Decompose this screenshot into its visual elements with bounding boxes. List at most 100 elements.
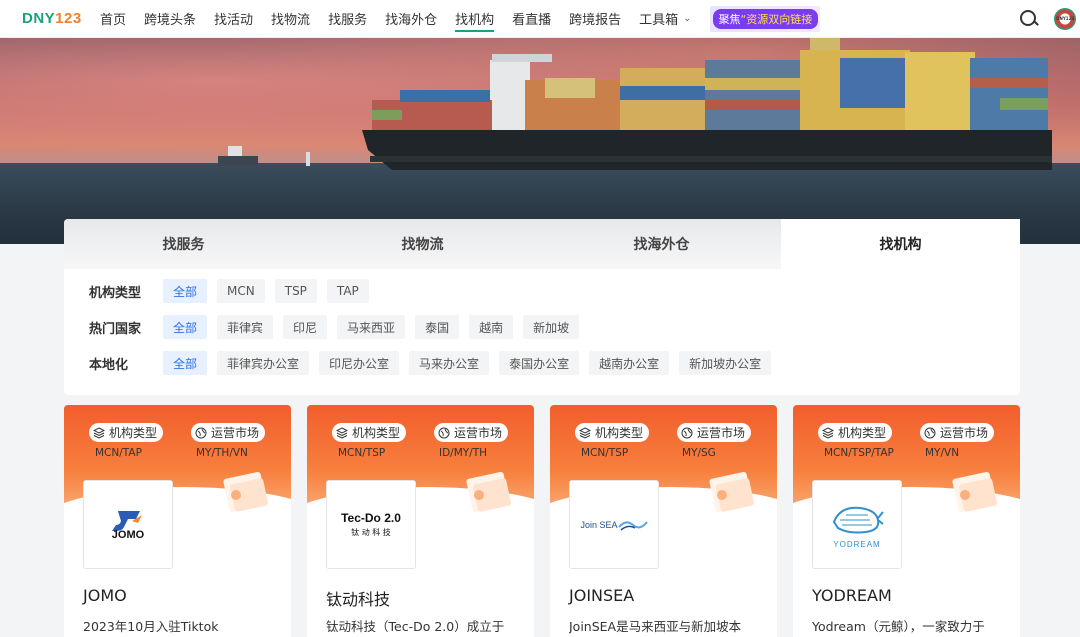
institution-card-jomo[interactable]: 机构类型 运营市场 MCN/TAP MY/TH/VN JOMO JOMO 202… — [64, 405, 291, 637]
type-value: MCN/TSP/TAP — [824, 447, 894, 459]
logo-text-123: 123 — [55, 10, 82, 27]
globe-icon — [438, 427, 450, 438]
promo-banner[interactable]: 聚焦“资源双向链接 — [709, 5, 820, 32]
institution-card-yodream[interactable]: 机构类型 运营市场 MCN/TSP/TAP MY/VN YODREAM YODR… — [793, 405, 1020, 637]
yodream-logo-text: YODREAM — [833, 540, 881, 549]
nav-item-live[interactable]: 看直播 — [512, 0, 551, 38]
market-value: ID/MY/TH — [439, 447, 488, 459]
filter-label-type: 机构类型 — [89, 285, 142, 301]
chip-country-id[interactable]: 印尼 — [283, 315, 328, 339]
filter-row-local: 本地化 全部 菲律宾办公室 印尼办公室 马来办公室 泰国办公室 越南办公室 新加… — [64, 345, 1020, 381]
badge-type-label: 机构类型 — [352, 426, 401, 440]
tab-warehouse[interactable]: 找海外仓 — [542, 219, 781, 269]
document-illustration — [223, 471, 268, 513]
badge-market-label: 运营市场 — [211, 426, 260, 440]
document-illustration — [709, 471, 754, 513]
chip-country-sg[interactable]: 新加坡 — [523, 315, 580, 339]
filter-label-local: 本地化 — [89, 357, 129, 373]
chip-country-th[interactable]: 泰国 — [415, 315, 460, 339]
chip-local-vn[interactable]: 越南办公室 — [589, 351, 670, 375]
chip-country-ph[interactable]: 菲律宾 — [217, 315, 274, 339]
chip-type-mcn[interactable]: MCN — [217, 279, 265, 303]
search-icon[interactable] — [1018, 8, 1040, 30]
chip-local-my[interactable]: 马来办公室 — [409, 351, 490, 375]
promo-highlight: “资源双向链接 — [740, 12, 813, 26]
nav-item-home[interactable]: 首页 — [100, 0, 126, 38]
badge-market: 运营市场 — [434, 423, 509, 442]
tecdo-logo-subtext: 钛 动 科 技 — [351, 528, 391, 537]
institution-logo: JOMO — [83, 480, 173, 569]
badge-type-label: 机构类型 — [595, 426, 644, 440]
avatar[interactable]: DNY123 — [1054, 8, 1076, 30]
tab-institutions[interactable]: 找机构 — [781, 219, 1020, 269]
card-description: 2023年10月入驻Tiktok — [83, 619, 219, 634]
filter-row-country: 热门国家 全部 菲律宾 印尼 马来西亚 泰国 越南 新加坡 — [64, 309, 1020, 345]
layers-icon — [93, 426, 105, 439]
market-value: MY/TH/VN — [196, 447, 248, 459]
nav-item-headlines[interactable]: 跨境头条 — [144, 0, 196, 38]
chip-country-vn[interactable]: 越南 — [469, 315, 514, 339]
badge-market-label: 运营市场 — [454, 426, 503, 440]
globe-icon — [924, 427, 936, 438]
chip-type-all[interactable]: 全部 — [163, 279, 208, 303]
filter-row-type: 机构类型 全部 MCN TSP TAP — [64, 273, 1020, 309]
badge-market-label: 运营市场 — [697, 426, 746, 440]
badge-institution-type: 机构类型 — [89, 423, 164, 442]
category-tabs: 找服务 找物流 找海外仓 找机构 — [64, 219, 1020, 269]
nav-item-logistics[interactable]: 找物流 — [271, 0, 310, 38]
badge-institution-type: 机构类型 — [818, 423, 893, 442]
chip-type-tsp[interactable]: TSP — [274, 279, 317, 303]
badge-institution-type: 机构类型 — [332, 423, 407, 442]
institution-card-joinsea[interactable]: 机构类型 运营市场 MCN/TSP MY/SG Join SEA JOINSEA… — [550, 405, 777, 637]
nav-item-institutions[interactable]: 找机构 — [455, 0, 495, 38]
type-value: MCN/TAP — [95, 447, 142, 459]
card-title[interactable]: YODREAM — [812, 586, 892, 605]
chip-local-ph[interactable]: 菲律宾办公室 — [217, 351, 310, 375]
chevron-down-icon: ⌄ — [683, 13, 692, 24]
chip-type-tap[interactable]: TAP — [326, 279, 369, 303]
nav-item-events[interactable]: 找活动 — [214, 0, 253, 38]
container-ship-illustration — [218, 38, 1052, 170]
joinsea-logo-text: Join SEA — [580, 519, 618, 530]
badge-type-label: 机构类型 — [109, 426, 158, 440]
chip-country-all[interactable]: 全部 — [163, 315, 208, 339]
chip-local-sg[interactable]: 新加坡办公室 — [679, 351, 772, 375]
chip-country-my[interactable]: 马来西亚 — [337, 315, 406, 339]
card-description: JoinSEA是马来西亚与新加坡本 — [569, 619, 742, 634]
market-value: MY/SG — [682, 447, 716, 459]
institution-card-list: 机构类型 运营市场 MCN/TAP MY/TH/VN JOMO JOMO 202… — [64, 405, 1020, 637]
logo-text-dny: DNY — [22, 10, 56, 27]
main-nav: 首页 跨境头条 找活动 找物流 找服务 找海外仓 找机构 看直播 跨境报告 工具… — [100, 0, 820, 38]
layers-icon — [822, 426, 834, 439]
nav-item-services[interactable]: 找服务 — [328, 0, 367, 38]
chip-local-th[interactable]: 泰国办公室 — [499, 351, 580, 375]
card-title[interactable]: 钛动科技 — [326, 586, 390, 610]
globe-icon — [681, 427, 693, 438]
card-description: Yodream（元鲸），一家致力于 — [812, 619, 985, 634]
badge-market: 运营市场 — [677, 423, 752, 442]
chip-local-id[interactable]: 印尼办公室 — [319, 351, 400, 375]
institution-card-tecdo[interactable]: 机构类型 运营市场 MCN/TSP ID/MY/TH Tec-Do 2.0 钛 … — [307, 405, 534, 637]
wave-icon — [617, 520, 648, 531]
nav-item-warehouse[interactable]: 找海外仓 — [385, 0, 437, 38]
tab-logistics[interactable]: 找物流 — [303, 219, 542, 269]
type-value: MCN/TSP — [581, 447, 629, 459]
tab-services[interactable]: 找服务 — [64, 219, 303, 269]
tecdo-logo-text: Tec-Do 2.0 — [341, 511, 401, 525]
promo-pill: 聚焦“资源双向链接 — [712, 8, 819, 29]
institution-logo: Tec-Do 2.0 钛 动 科 技 — [326, 480, 416, 569]
globe-icon — [195, 427, 207, 438]
nav-item-reports[interactable]: 跨境报告 — [569, 0, 621, 38]
badge-market: 运营市场 — [920, 423, 995, 442]
site-logo[interactable]: DNY 123 — [22, 10, 82, 27]
nav-item-toolbox[interactable]: 工具箱 ⌄ — [639, 0, 691, 38]
card-title[interactable]: JOMO — [83, 586, 127, 605]
container-stacks — [372, 50, 1048, 130]
card-title[interactable]: JOINSEA — [569, 586, 634, 605]
card-description: 钛动科技（Tec-Do 2.0）成立于 — [326, 619, 505, 634]
chip-local-all[interactable]: 全部 — [163, 351, 208, 375]
hero-banner-image — [0, 38, 1080, 244]
institution-logo: YODREAM — [812, 480, 902, 569]
type-value: MCN/TSP — [338, 447, 386, 459]
layers-icon — [336, 426, 348, 439]
